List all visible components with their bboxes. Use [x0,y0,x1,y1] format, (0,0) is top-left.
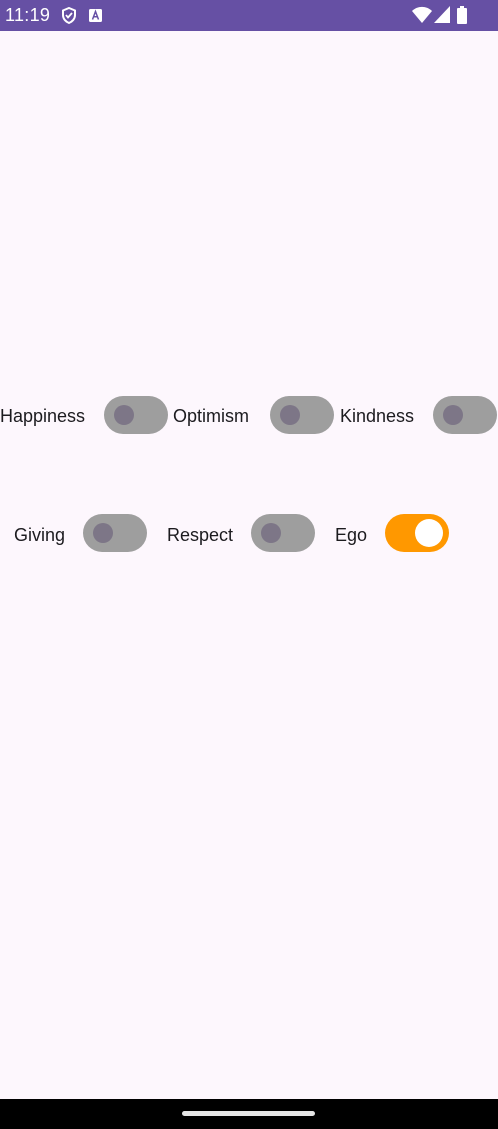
switch-thumb [280,405,300,425]
switch-thumb [415,519,443,547]
switch-thumb [93,523,113,543]
battery-icon [457,6,467,29]
status-bar: 11:19 [0,0,498,31]
switch-thumb [261,523,281,543]
switch-happiness[interactable] [104,396,168,434]
toggle-label-optimism: Optimism [173,406,249,426]
navigation-bar [0,1099,498,1129]
toggle-label-happiness: Happiness [0,406,86,426]
switch-kindness[interactable] [433,396,497,434]
switch-optimism[interactable] [270,396,334,434]
toggle-label-ego: Ego [335,525,368,545]
status-time: 11:19 [5,5,51,25]
switch-thumb [443,405,463,425]
home-handle[interactable] [182,1111,315,1116]
signal-icon [434,6,450,28]
toggle-label-respect: Respect [167,525,234,545]
text-a-icon [89,9,102,27]
switch-giving[interactable] [83,514,147,552]
shield-icon [61,6,77,29]
toggle-label-giving: Giving [14,525,66,545]
wifi-icon [412,6,432,28]
switch-respect[interactable] [251,514,315,552]
toggle-label-kindness: Kindness [340,406,415,426]
switch-ego[interactable] [385,514,449,552]
switch-thumb [114,405,134,425]
